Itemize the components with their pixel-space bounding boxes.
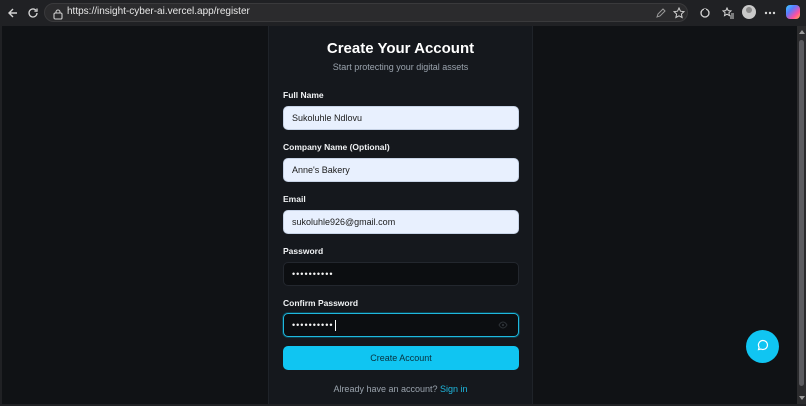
signin-prompt: Already have an account? Sign in xyxy=(269,384,532,394)
star-icon[interactable] xyxy=(672,6,686,24)
lock-icon[interactable] xyxy=(53,7,63,25)
chat-bubble-icon xyxy=(757,338,769,356)
confirm-password-input[interactable]: •••••••••• xyxy=(283,313,519,337)
confirm-password-label: Confirm Password xyxy=(283,298,359,308)
url-text[interactable]: https://insight-cyber-ai.vercel.app/regi… xyxy=(67,6,250,17)
scroll-up-arrow-icon[interactable] xyxy=(799,30,805,34)
page-title: Create Your Account xyxy=(326,40,475,57)
password-input[interactable]: •••••••••• xyxy=(283,262,519,286)
reload-icon[interactable] xyxy=(23,3,43,23)
signin-prompt-text: Already have an account? xyxy=(333,384,438,394)
scroll-down-arrow-icon[interactable] xyxy=(799,396,805,400)
page-viewport: Create Your Account Start protecting you… xyxy=(2,26,797,404)
extensions-icon[interactable] xyxy=(695,3,715,23)
password-label: Password xyxy=(283,246,324,256)
email-label: Email xyxy=(283,194,306,204)
favorites-icon[interactable] xyxy=(718,3,738,23)
back-arrow-icon[interactable] xyxy=(3,3,23,23)
page-scrollbar[interactable] xyxy=(797,26,806,404)
text-caret xyxy=(334,319,336,331)
company-name-label: Company Name (Optional) xyxy=(283,142,390,152)
page-subtitle: Start protecting your digital assets xyxy=(332,62,469,72)
more-icon[interactable] xyxy=(760,3,780,23)
confirm-password-value: •••••••••• xyxy=(292,320,334,330)
company-name-input[interactable]: Anne's Bakery xyxy=(283,158,519,182)
register-card: Create Your Account Start protecting you… xyxy=(268,26,533,404)
full-name-input[interactable]: Sukoluhle Ndlovu xyxy=(283,106,519,130)
sign-in-link[interactable]: Sign in xyxy=(440,384,468,394)
profile-avatar[interactable] xyxy=(742,5,756,19)
copilot-icon[interactable] xyxy=(786,5,800,19)
browser-toolbar: https://insight-cyber-ai.vercel.app/regi… xyxy=(0,0,806,26)
create-account-button[interactable]: Create Account xyxy=(283,346,519,370)
full-name-label: Full Name xyxy=(283,90,324,100)
address-bar[interactable]: https://insight-cyber-ai.vercel.app/regi… xyxy=(44,3,688,22)
scrollbar-thumb[interactable] xyxy=(799,40,804,386)
eye-icon[interactable] xyxy=(498,321,508,331)
email-input[interactable]: sukoluhle926@gmail.com xyxy=(283,210,519,234)
chat-button[interactable] xyxy=(746,330,779,363)
pen-icon[interactable] xyxy=(655,6,667,24)
